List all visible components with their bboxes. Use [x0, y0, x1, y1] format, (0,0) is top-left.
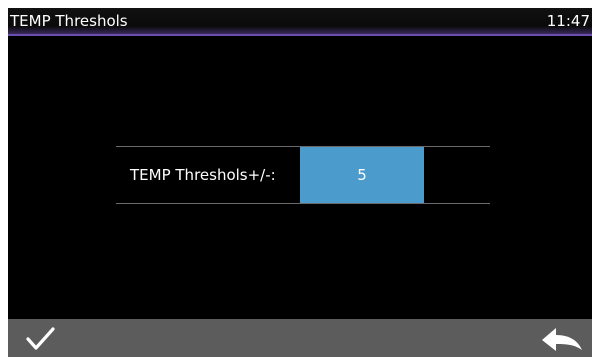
temp-threshold-value-field[interactable]: 5	[300, 147, 424, 203]
confirm-button[interactable]	[14, 319, 74, 357]
return-arrow-icon	[542, 328, 582, 351]
device-screen: TEMP Threshols 11:47 TEMP Threshols+/-: …	[8, 8, 592, 357]
page-title: TEMP Threshols	[10, 12, 128, 30]
clock: 11:47	[546, 12, 590, 30]
temp-threshold-label: TEMP Threshols+/-:	[130, 166, 276, 184]
temp-threshold-row: TEMP Threshols+/-: 5	[116, 146, 490, 204]
back-button[interactable]	[530, 319, 590, 357]
bottom-bar	[8, 319, 592, 357]
checkmark-icon	[26, 327, 55, 350]
title-bar: TEMP Threshols 11:47	[8, 8, 592, 36]
